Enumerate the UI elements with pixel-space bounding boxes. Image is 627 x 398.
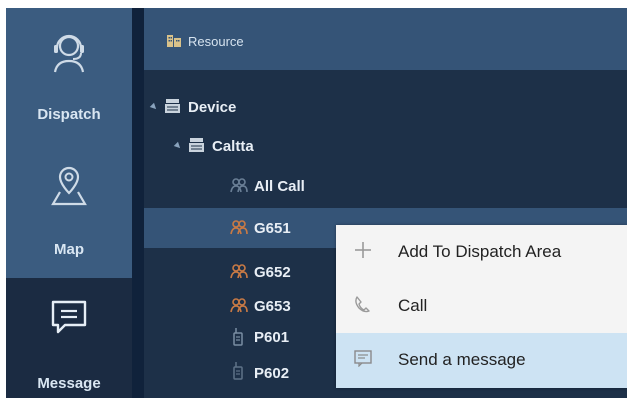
resource-title: Resource	[188, 34, 244, 49]
tree-label-group: G653	[254, 298, 291, 315]
phone-icon	[355, 296, 370, 313]
tree-label-caltta: Caltta	[212, 138, 254, 155]
nav-message[interactable]: Message	[6, 278, 132, 398]
context-menu: Add To Dispatch Area Call Send a message	[336, 225, 627, 388]
group-icon	[230, 220, 248, 235]
nav-label-map: Map	[54, 241, 84, 258]
tree-label-group: G651	[254, 220, 291, 237]
organization-icon	[189, 138, 204, 152]
plus-icon	[355, 242, 371, 258]
nav-rail: Dispatch Map Message	[6, 8, 132, 398]
menu-label: Call	[398, 296, 428, 315]
tree-label-device: Device	[188, 99, 237, 116]
map-pin-icon	[51, 166, 87, 206]
group-icon	[230, 298, 248, 313]
tree-label-all-call: All Call	[254, 178, 305, 195]
tree-label-terminal: P601	[254, 329, 290, 346]
tree-label-group: G652	[254, 264, 291, 281]
tree-node-caltta[interactable]: Caltta	[144, 131, 627, 163]
nav-label-message: Message	[37, 375, 101, 392]
message-icon	[354, 350, 372, 367]
nav-map[interactable]: Map	[6, 144, 132, 278]
chat-message-icon	[51, 300, 87, 334]
panel-divider	[132, 8, 144, 398]
expand-arrow-icon[interactable]	[173, 141, 183, 151]
menu-send-message[interactable]: Send a message	[336, 333, 627, 388]
menu-call[interactable]: Call	[336, 279, 627, 333]
menu-label: Send a message	[398, 350, 526, 369]
tree-label-terminal: P602	[254, 365, 290, 382]
nav-label-dispatch: Dispatch	[37, 106, 101, 123]
headset-icon	[53, 34, 85, 73]
nav-dispatch[interactable]: Dispatch	[6, 8, 132, 144]
radio-terminal-icon	[233, 328, 243, 346]
radio-terminal-icon	[233, 362, 243, 380]
tree-node-all-call[interactable]: All Call	[144, 171, 627, 203]
expand-arrow-icon[interactable]	[149, 102, 159, 112]
building-icon	[167, 35, 181, 47]
menu-label: Add To Dispatch Area	[398, 242, 562, 261]
tree-node-device[interactable]: Device	[144, 92, 627, 124]
resource-header: Resource	[144, 8, 627, 70]
group-icon	[230, 264, 248, 279]
group-call-icon	[230, 178, 248, 193]
menu-add-to-dispatch-area[interactable]: Add To Dispatch Area	[336, 225, 627, 279]
device-group-icon	[165, 99, 180, 113]
